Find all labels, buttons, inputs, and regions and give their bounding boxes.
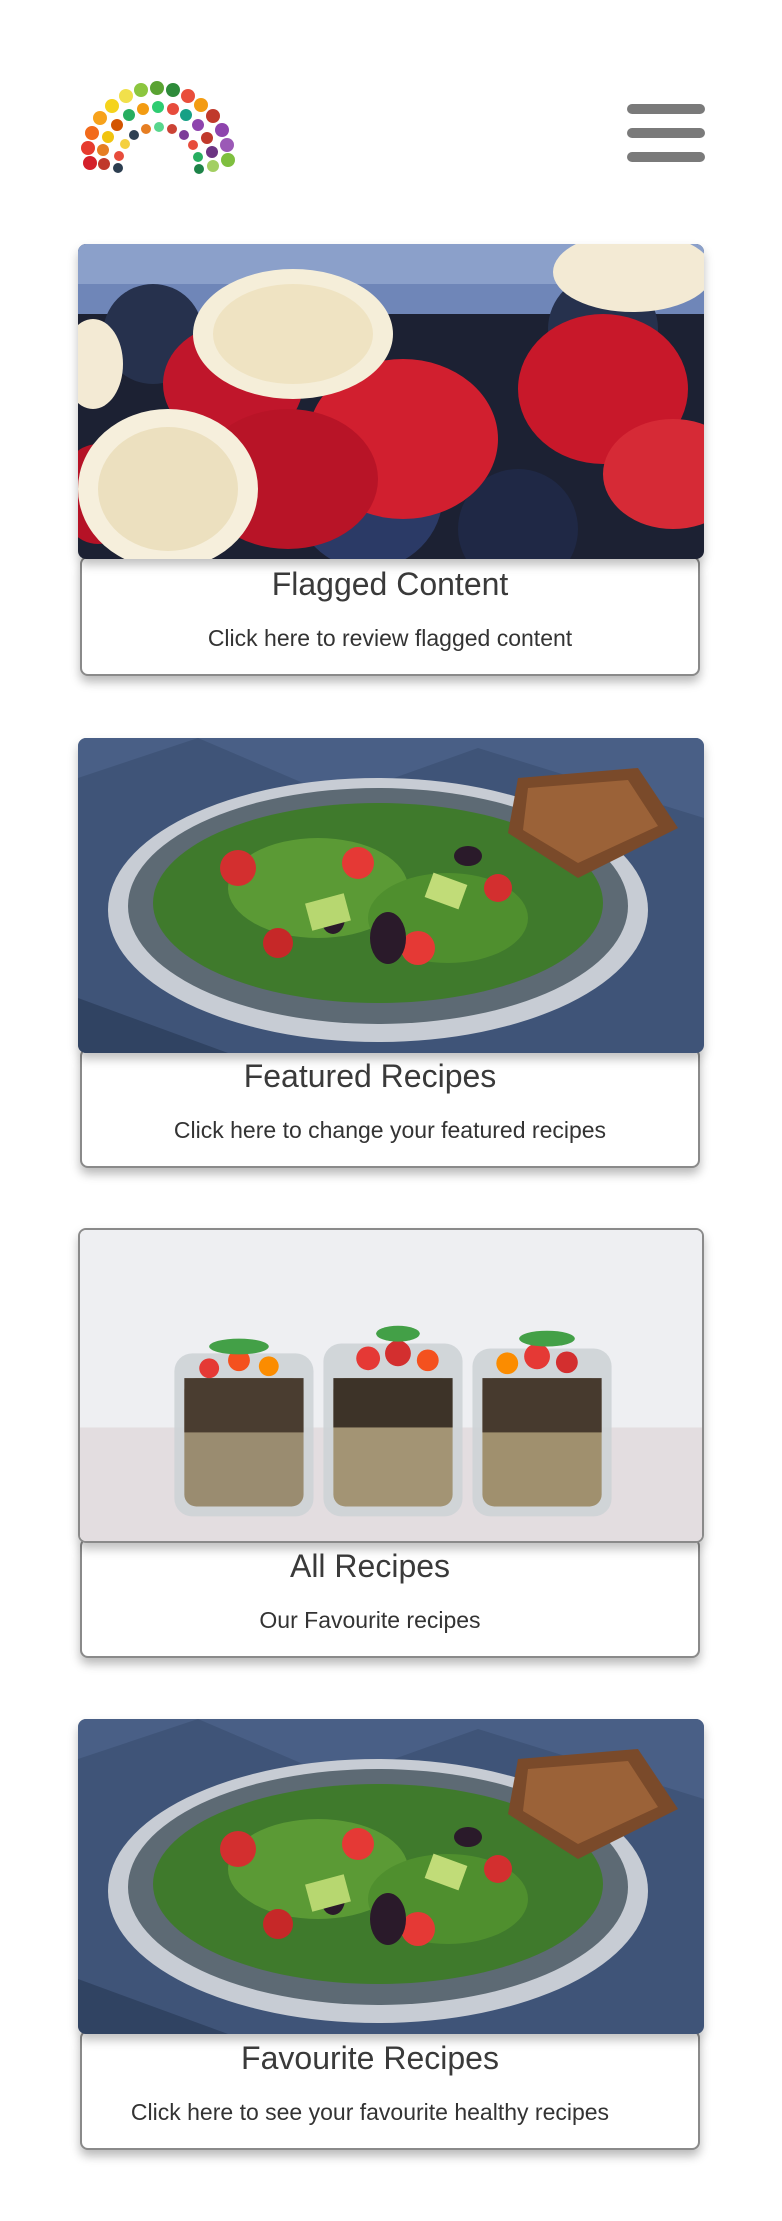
menu-bar-middle [627, 128, 705, 138]
card-title: Featured Recipes [243, 1058, 497, 1094]
favourite-recipes-card[interactable]: Favourite Recipes Click here to see your… [80, 2030, 700, 2150]
card-description: Click here to change your featured recip… [173, 1117, 607, 1143]
salad-jars-image-icon[interactable] [78, 1228, 704, 1543]
flagged-content-card[interactable]: Flagged Content Click here to review fla… [80, 556, 700, 676]
card-description: Click here to see your favourite healthy… [130, 2099, 610, 2125]
page-header [0, 0, 782, 200]
featured-recipes-card[interactable]: Featured Recipes Click here to change yo… [80, 1048, 700, 1168]
hamburger-menu-icon[interactable] [627, 104, 705, 164]
salad-bowl-image-icon[interactable] [78, 1719, 704, 2034]
card-description: Our Favourite recipes [259, 1607, 481, 1633]
card-description: Click here to review flagged content [207, 625, 573, 651]
salad-bowl-image-icon[interactable] [78, 738, 704, 1053]
menu-bar-top [627, 104, 705, 114]
card-title: Flagged Content [271, 566, 509, 602]
fruit-bowl-image-icon[interactable] [78, 244, 704, 559]
card-title: Favourite Recipes [241, 2040, 499, 2076]
rainbow-logo-icon[interactable] [78, 78, 243, 178]
all-recipes-card[interactable]: All Recipes Our Favourite recipes [80, 1538, 700, 1658]
card-title: All Recipes [289, 1548, 451, 1584]
menu-bar-bottom [627, 152, 705, 162]
